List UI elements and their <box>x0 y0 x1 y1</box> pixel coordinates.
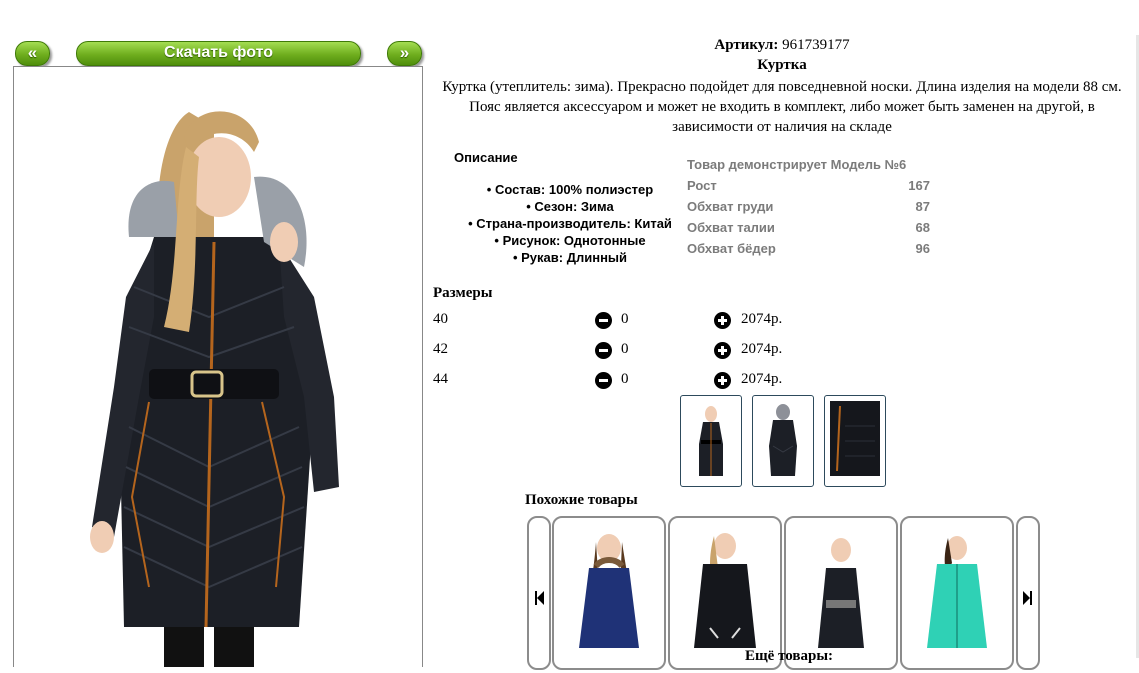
similar-product-card[interactable] <box>900 516 1014 670</box>
skip-back-icon <box>535 591 544 605</box>
measure-value: 167 <box>908 178 930 193</box>
model-measure-row: Рост 167 <box>687 178 930 193</box>
measure-value: 87 <box>915 199 930 214</box>
measure-label: Рост <box>687 178 717 193</box>
measure-label: Обхват талии <box>687 220 775 235</box>
measure-label: Обхват бёдер <box>687 241 776 256</box>
decrease-quantity-button[interactable] <box>595 372 612 389</box>
prev-photo-button[interactable]: « <box>15 41 50 66</box>
sizes-title: Размеры <box>433 285 493 301</box>
product-description: Куртка (утеплитель: зима). Прекрасно под… <box>442 79 1122 135</box>
size-value: 40 <box>433 311 448 327</box>
quantity-value: 0 <box>621 341 629 357</box>
model-measure-row: Обхват талии 68 <box>687 220 930 235</box>
similar-product-image <box>579 534 639 648</box>
download-photo-button[interactable]: Скачать фото <box>76 41 361 66</box>
measure-value: 96 <box>915 241 930 256</box>
similar-next-button[interactable] <box>1016 516 1040 670</box>
measure-label: Обхват груди <box>687 199 774 214</box>
model-in-jacket-image <box>90 111 339 667</box>
more-products-label: Ещё товары: <box>745 648 834 664</box>
measure-value: 68 <box>915 220 930 235</box>
article-value: 961739177 <box>782 37 850 53</box>
photo-thumbnail-back[interactable] <box>752 395 814 487</box>
main-product-photo <box>13 66 423 667</box>
size-row: 40 0 2074р. <box>433 311 813 331</box>
increase-quantity-button[interactable] <box>714 312 731 329</box>
similar-prev-button[interactable] <box>527 516 551 670</box>
increase-quantity-button[interactable] <box>714 342 731 359</box>
details-item: Рукав: Длинный <box>440 249 700 266</box>
decrease-quantity-button[interactable] <box>595 312 612 329</box>
similar-product-card[interactable] <box>668 516 782 670</box>
thumbnail-image <box>769 404 797 476</box>
similar-product-image <box>927 536 987 648</box>
increase-quantity-button[interactable] <box>714 372 731 389</box>
price-value: 2074р. <box>741 311 783 327</box>
model-info-title: Товар демонстрирует Модель №6 <box>687 157 907 172</box>
article-line: Артикул: 961739177 <box>432 37 1132 54</box>
model-measure-row: Обхват бёдер 96 <box>687 241 930 256</box>
price-value: 2074р. <box>741 371 783 387</box>
thumbnail-image <box>699 406 723 476</box>
details-title: Описание <box>454 150 518 165</box>
similar-product-image <box>818 538 864 648</box>
decrease-quantity-button[interactable] <box>595 342 612 359</box>
size-row: 42 0 2074р. <box>433 341 813 361</box>
skip-forward-icon <box>1023 591 1032 605</box>
similar-products-title: Похожие товары <box>525 492 638 508</box>
thumbnail-image <box>830 401 880 476</box>
details-item: Рисунок: Однотонные <box>440 232 700 249</box>
similar-product-image <box>694 533 756 648</box>
article-label: Артикул: <box>714 37 779 53</box>
details-item: Страна-производитель: Китай <box>440 215 700 232</box>
similar-product-card[interactable] <box>552 516 666 670</box>
similar-product-card[interactable] <box>784 516 898 670</box>
next-photo-button[interactable]: » <box>387 41 422 66</box>
details-list: Состав: 100% полиэстер Сезон: Зима Стран… <box>440 181 700 266</box>
photo-thumbnail-front[interactable] <box>680 395 742 487</box>
quantity-value: 0 <box>621 311 629 327</box>
details-item: Состав: 100% полиэстер <box>440 181 700 198</box>
size-value: 44 <box>433 371 448 387</box>
size-value: 42 <box>433 341 448 357</box>
model-measure-row: Обхват груди 87 <box>687 199 930 214</box>
details-item: Сезон: Зима <box>440 198 700 215</box>
size-row: 44 0 2074р. <box>433 371 813 391</box>
photo-thumbnail-detail[interactable] <box>824 395 886 487</box>
quantity-value: 0 <box>621 371 629 387</box>
price-value: 2074р. <box>741 341 783 357</box>
product-title: Куртка <box>757 57 807 73</box>
